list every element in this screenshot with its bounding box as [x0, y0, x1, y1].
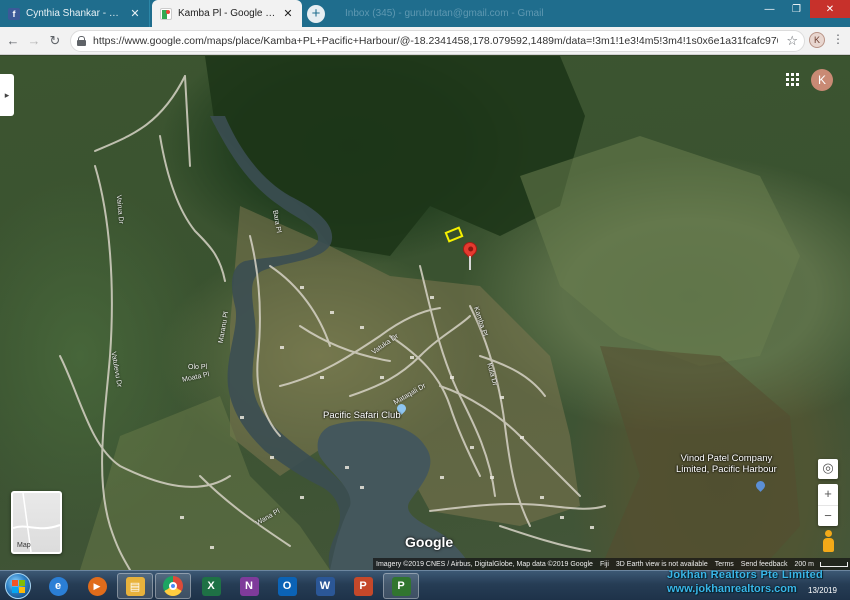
vinod-patel-pin-icon[interactable] — [756, 481, 765, 493]
close-window-button[interactable]: ✕ — [810, 0, 850, 18]
powerpoint-icon: P — [353, 576, 373, 596]
excel-icon: X — [201, 576, 221, 596]
earth-view-notice: 3D Earth view is not available — [615, 560, 708, 568]
taskbar-media-player[interactable]: ▶ — [79, 573, 115, 599]
taskbar-project[interactable]: P — [383, 573, 419, 599]
reload-icon[interactable]: ↻ — [46, 32, 64, 50]
watermark-company-name: Jokhan Realtors Pte Limited — [667, 569, 824, 581]
outlook-icon: O — [277, 576, 297, 596]
taskbar-internet-explorer[interactable]: e — [40, 573, 76, 599]
my-location-button[interactable]: ◎ — [818, 459, 838, 479]
road-label: Olo Pl — [188, 364, 208, 371]
tab-facebook[interactable]: f Cynthia Shankar - NOM...NOM!!!! ✕ — [0, 0, 150, 27]
pegman-street-view-icon[interactable] — [820, 530, 836, 554]
taskbar-chrome[interactable] — [155, 573, 191, 599]
onenote-icon: N — [239, 576, 259, 596]
maximize-button[interactable]: ❐ — [783, 0, 810, 18]
taskbar-file-explorer[interactable]: ▤ — [117, 573, 153, 599]
side-panel-toggle[interactable]: ▸ — [0, 74, 14, 116]
terms-link[interactable]: Terms — [715, 561, 734, 568]
send-feedback-link[interactable]: Send feedback — [741, 561, 788, 568]
google-maps-icon — [160, 7, 172, 20]
crosshair-icon: ◎ — [822, 460, 834, 475]
google-logo: Google — [405, 534, 454, 550]
account-avatar[interactable]: K — [811, 69, 833, 91]
facebook-icon: f — [8, 7, 20, 20]
chrome-icon — [163, 576, 183, 596]
place-label-pacific-safari-club[interactable]: Pacific Safari Club — [323, 410, 401, 421]
close-tab-icon[interactable]: ✕ — [129, 7, 141, 20]
window-controls: — ❐ ✕ — [756, 0, 850, 18]
internet-explorer-icon: e — [48, 576, 68, 596]
screen: f Cynthia Shankar - NOM...NOM!!!! ✕ Kamb… — [0, 0, 850, 600]
tab-title: Cynthia Shankar - NOM...NOM!!!! — [26, 8, 125, 19]
map-layer-toggle[interactable]: Map — [11, 491, 62, 554]
tray-clock-date[interactable]: 13/2019 — [808, 586, 837, 595]
lock-icon — [77, 36, 86, 46]
new-tab-button[interactable]: + — [307, 5, 325, 23]
bookmark-star-icon[interactable]: ☆ — [786, 33, 798, 49]
profile-avatar[interactable]: K — [809, 32, 825, 48]
address-bar[interactable]: https://www.google.com/maps/place/Kamba+… — [70, 30, 805, 52]
scale-bar — [819, 561, 848, 567]
back-arrow-icon[interactable]: ← — [4, 32, 22, 50]
place-label-vinod-patel[interactable]: Vinod Patel Company Limited, Pacific Har… — [676, 453, 777, 475]
tab-google-maps[interactable]: Kamba Pl - Google Maps ✕ — [152, 0, 302, 27]
scale-label[interactable]: 200 m — [794, 561, 813, 568]
browser-toolbar: ← → ↻ https://www.google.com/maps/place/… — [0, 27, 850, 55]
country-label: Fiji — [599, 560, 609, 568]
minimize-button[interactable]: — — [756, 0, 783, 18]
taskbar-word[interactable]: W — [307, 573, 343, 599]
imagery-credit: Imagery ©2019 CNES / Airbus, DigitalGlob… — [376, 560, 593, 568]
zoom-in-button[interactable]: + — [818, 484, 838, 505]
taskbar-outlook[interactable]: O — [269, 573, 305, 599]
close-tab-icon[interactable]: ✕ — [282, 7, 294, 20]
word-icon: W — [315, 576, 335, 596]
taskbar-excel[interactable]: X — [193, 573, 229, 599]
menu-kebab-icon[interactable]: ⋮ — [832, 32, 844, 46]
map-terrain — [59, 56, 800, 570]
project-icon: P — [391, 576, 411, 596]
system-tray: Jokhan Realtors Pte Limited www.jokhanre… — [663, 569, 850, 600]
map-layer-label: Map — [17, 542, 31, 549]
windows-orb-icon — [5, 573, 31, 599]
url-text[interactable]: https://www.google.com/maps/place/Kamba+… — [93, 35, 778, 47]
zoom-out-button[interactable]: − — [818, 505, 838, 526]
satellite-map[interactable]: ▸ K Kamba Pl Vatuka Dr Kula Dr Vatulevu … — [0, 56, 850, 570]
zoom-controls: + − — [818, 484, 838, 526]
media-player-icon: ▶ — [87, 576, 107, 596]
browser-tab-strip: f Cynthia Shankar - NOM...NOM!!!! ✕ Kamb… — [0, 0, 850, 27]
forward-arrow-icon[interactable]: → — [25, 32, 43, 50]
folder-icon: ▤ — [125, 576, 145, 596]
watermark-website: www.jokhanrealtors.com — [667, 583, 797, 595]
google-apps-grid-icon[interactable] — [786, 73, 800, 87]
location-pin-icon[interactable] — [460, 239, 480, 272]
tab-title: Kamba Pl - Google Maps — [178, 8, 278, 19]
taskbar-onenote[interactable]: N — [231, 573, 267, 599]
windows-taskbar: e ▶ ▤ X N O W P P Jokhan Realtors Pte Li… — [0, 569, 850, 600]
taskbar-powerpoint[interactable]: P — [345, 573, 381, 599]
start-button[interactable] — [2, 572, 34, 600]
background-window-title: Inbox (345) - gurubrutan@gmail.com - Gma… — [345, 8, 544, 19]
